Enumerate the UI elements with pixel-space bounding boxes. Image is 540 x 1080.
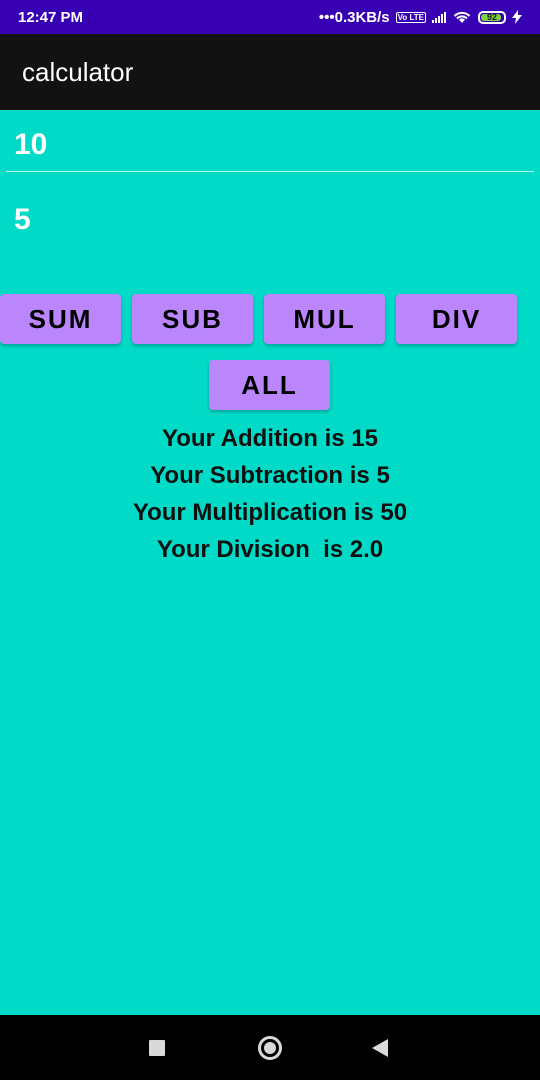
mul-button[interactable]: MUL [264, 294, 385, 344]
app-bar: calculator [0, 34, 540, 110]
sub-button[interactable]: SUB [132, 294, 253, 344]
second-number-input[interactable]: 5 [6, 203, 534, 243]
navigation-bar [0, 1015, 540, 1080]
signal-icon [432, 11, 446, 23]
network-speed: •••0.3KB/s [318, 8, 390, 26]
app-title: calculator [22, 56, 134, 87]
subtraction-result: Your Subtraction is 5 [150, 462, 390, 489]
back-icon[interactable] [372, 1039, 388, 1057]
battery-icon: 92 [478, 10, 506, 24]
all-button[interactable]: ALL [209, 360, 330, 410]
status-icons: •••0.3KB/s Vo LTE 92 [319, 9, 522, 26]
status-time: 12:47 PM [18, 8, 84, 26]
first-number-input[interactable]: 10 [6, 128, 534, 172]
division-result: Your Division is 2.0 [156, 536, 384, 563]
results-panel: Your Addition is 15 Your Subtraction is … [0, 420, 540, 568]
status-bar: 12:47 PM •••0.3KB/s Vo LTE 92 [0, 0, 540, 34]
multiplication-result: Your Multiplication is 50 [132, 499, 408, 526]
volte-icon: Vo LTE [395, 11, 426, 23]
wifi-icon [453, 11, 471, 23]
sum-button[interactable]: SUM [0, 294, 121, 344]
div-button[interactable]: DIV [396, 294, 517, 344]
battery-level: 92 [486, 11, 497, 22]
recents-icon[interactable] [149, 1040, 165, 1056]
addition-result: Your Addition is 15 [161, 425, 378, 452]
home-icon[interactable] [258, 1036, 282, 1060]
charging-bolt-icon [512, 10, 522, 24]
